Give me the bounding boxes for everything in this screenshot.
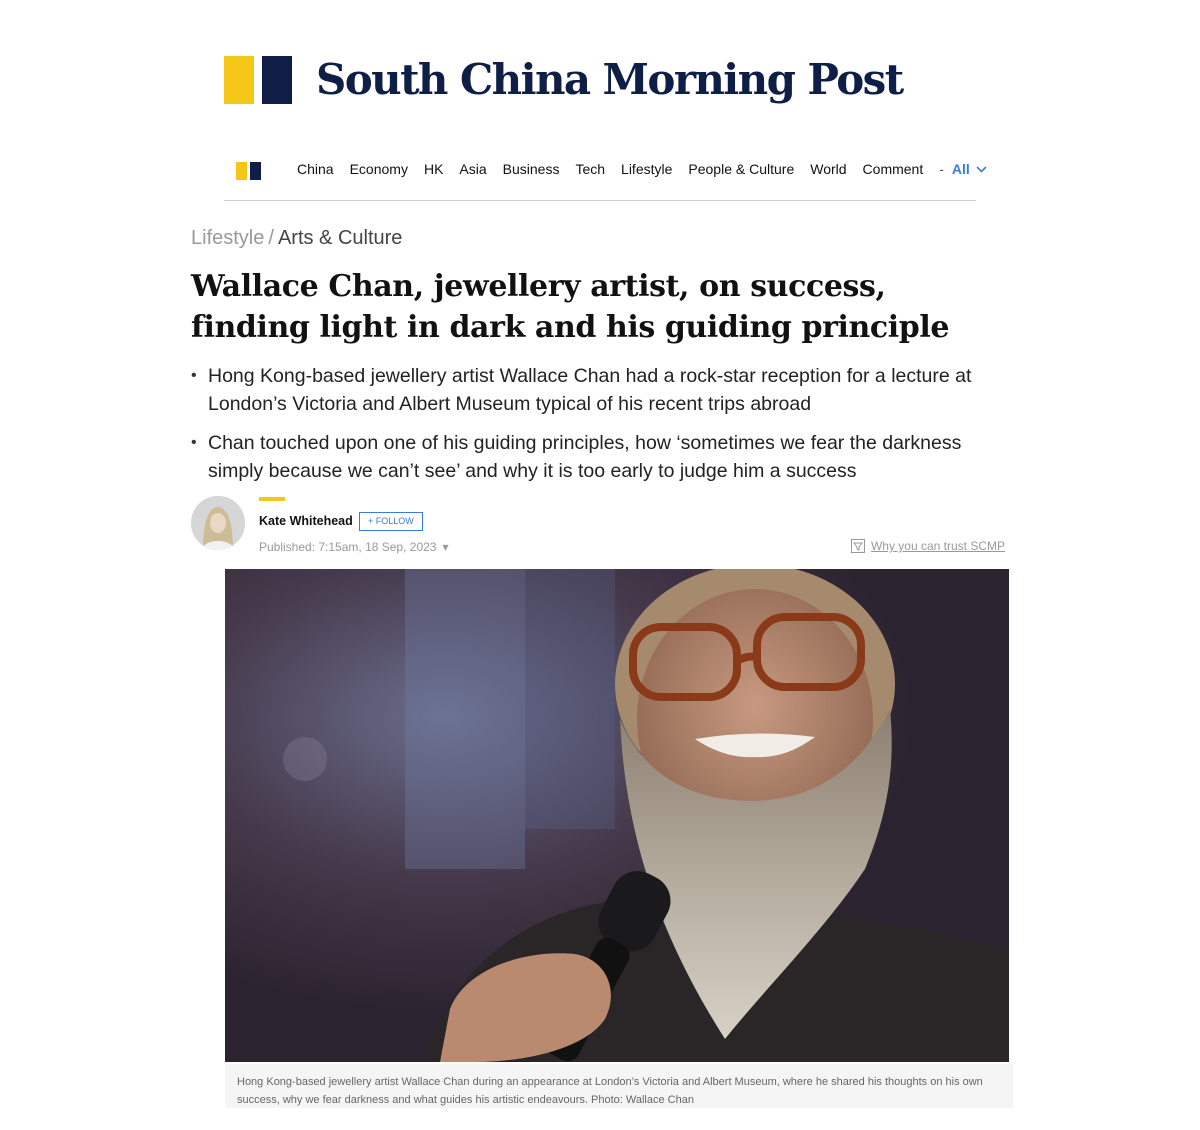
- scmp-logo-icon: [224, 56, 292, 104]
- chevron-down-icon: [976, 165, 987, 173]
- nav-item-comment[interactable]: Comment: [863, 161, 924, 177]
- nav-all-menu[interactable]: All: [952, 161, 987, 177]
- nav-item-people-culture[interactable]: People & Culture: [688, 161, 794, 177]
- author-accent-bar: [259, 497, 285, 501]
- article-summary: Hong Kong-based jewellery artist Wallace…: [191, 362, 1011, 496]
- nav-all-label: All: [951, 161, 970, 177]
- breadcrumb: Lifestyle / Arts & Culture: [191, 227, 402, 250]
- photo-caption: Hong Kong-based jewellery artist Wallace…: [237, 1076, 983, 1106]
- masthead[interactable]: South China Morning Post: [224, 54, 904, 106]
- nav-item-china[interactable]: China: [297, 161, 334, 177]
- trust-scmp-link[interactable]: Why you can trust SCMP: [850, 539, 1005, 553]
- nav-item-business[interactable]: Business: [503, 161, 560, 177]
- nav-item-economy[interactable]: Economy: [350, 161, 408, 177]
- published-label: Published: 7:15am, 18 Sep, 2023: [259, 540, 437, 554]
- author-avatar[interactable]: [191, 496, 245, 550]
- breadcrumb-lifestyle[interactable]: Lifestyle: [191, 227, 264, 249]
- article-headline: Wallace Chan, jewellery artist, on succe…: [191, 269, 950, 345]
- breadcrumb-separator: /: [268, 227, 274, 249]
- author-name[interactable]: Kate Whitehead: [259, 514, 353, 528]
- follow-author-button[interactable]: + FOLLOW: [359, 512, 423, 531]
- chevron-down-icon[interactable]: ▾: [442, 540, 448, 554]
- article-lead-photo: [225, 569, 1009, 1062]
- brand-name: South China Morning Post: [316, 55, 904, 104]
- nav-item-lifestyle[interactable]: Lifestyle: [621, 161, 672, 177]
- photo-caption-box: Hong Kong-based jewellery artist Wallace…: [225, 1064, 1013, 1108]
- summary-point: Hong Kong-based jewellery artist Wallace…: [191, 362, 1011, 418]
- nav-item-tech[interactable]: Tech: [575, 161, 605, 177]
- breadcrumb-arts-culture[interactable]: Arts & Culture: [278, 227, 402, 249]
- nav-item-hk[interactable]: HK: [424, 161, 443, 177]
- published-date: Published: 7:15am, 18 Sep, 2023 ▾: [259, 540, 449, 554]
- nav-logo-icon[interactable]: [236, 162, 261, 180]
- summary-point: Chan touched upon one of his guiding pri…: [191, 429, 1011, 485]
- trust-scmp-label: Why you can trust SCMP: [870, 539, 1005, 553]
- nav-item-world[interactable]: World: [810, 161, 846, 177]
- main-nav: China Economy HK Asia Business Tech Life…: [224, 156, 987, 201]
- nav-item-asia[interactable]: Asia: [459, 161, 486, 177]
- nav-separator: -: [939, 161, 944, 177]
- shield-filter-icon: [850, 539, 865, 553]
